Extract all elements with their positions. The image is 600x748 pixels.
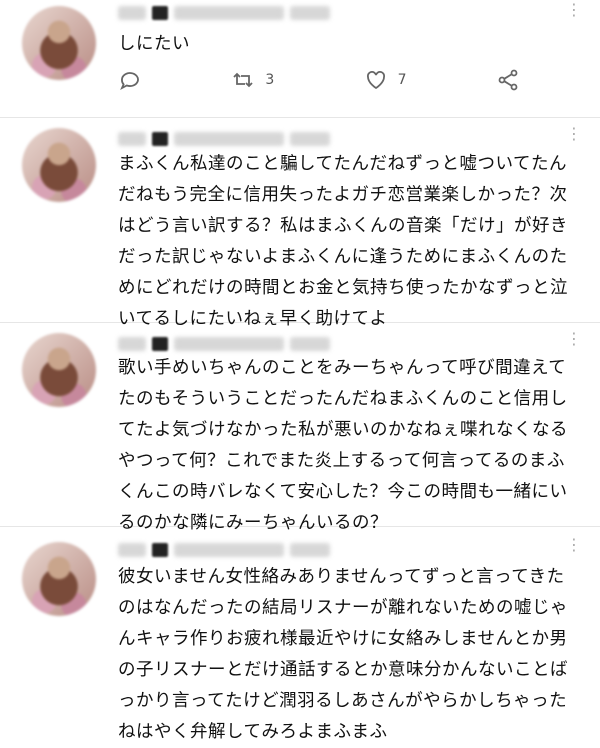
avatar[interactable] — [22, 542, 96, 616]
reply-button[interactable] — [118, 68, 142, 92]
tweet-1[interactable]: ⋮ しにたい 3 7 — [0, 0, 600, 118]
tweet-text: しにたい — [118, 34, 190, 54]
username-blurred — [174, 543, 284, 557]
retweet-button[interactable]: 3 — [231, 68, 274, 92]
tweet-header — [118, 132, 330, 146]
tweet-header — [118, 543, 330, 557]
reply-icon — [120, 72, 139, 90]
display-name-blurred — [118, 132, 146, 146]
tweet-4[interactable]: ⋮ 彼女いません女性絡みありませんってずっと言ってきたのはなんだったの結局リスナ… — [0, 527, 600, 742]
more-options-icon[interactable]: ⋮ — [566, 2, 582, 18]
username-blurred — [174, 132, 284, 146]
share-icon — [498, 69, 518, 91]
avatar[interactable] — [22, 128, 96, 202]
tweet-header — [118, 337, 330, 351]
avatar[interactable] — [22, 6, 96, 80]
more-options-icon[interactable]: ⋮ — [566, 537, 582, 553]
tweet-text: 彼女いません女性絡みありませんってずっと言ってきたのはなんだったの結局リスナーが… — [118, 567, 568, 742]
like-button[interactable]: 7 — [364, 68, 407, 92]
tweet-2[interactable]: ⋮ まふくん私達のこと騙してたんだねずっと嘘ついてたんだねもう完全に信用失ったよ… — [0, 118, 600, 329]
username-blurred — [174, 337, 284, 351]
tweet-3[interactable]: ⋮ 歌い手めいちゃんのことをみーちゃんって呼び間違えてたのもそういうことだったん… — [0, 323, 600, 533]
badge-icon — [152, 132, 168, 146]
like-count: 7 — [397, 72, 407, 88]
badge-icon — [152, 337, 168, 351]
retweet-icon — [233, 72, 254, 88]
more-options-icon[interactable]: ⋮ — [566, 126, 582, 142]
display-name-blurred — [118, 6, 146, 20]
timestamp-blurred — [290, 6, 330, 20]
tweet-text: 歌い手めいちゃんのことをみーちゃんって呼び間違えてたのもそういうことだったんだね… — [118, 358, 568, 533]
avatar[interactable] — [22, 333, 96, 407]
timestamp-blurred — [290, 337, 330, 351]
tweet-header — [118, 6, 330, 20]
display-name-blurred — [118, 543, 146, 557]
timestamp-blurred — [290, 132, 330, 146]
badge-icon — [152, 6, 168, 20]
username-blurred — [174, 6, 284, 20]
tweet-actions: 3 7 — [118, 68, 520, 92]
more-options-icon[interactable]: ⋮ — [566, 331, 582, 347]
retweet-count: 3 — [265, 72, 275, 88]
display-name-blurred — [118, 337, 146, 351]
share-button[interactable] — [496, 68, 520, 92]
heart-icon — [366, 71, 385, 90]
badge-icon — [152, 543, 168, 557]
tweet-text: まふくん私達のこと騙してたんだねずっと嘘ついてたんだねもう完全に信用失ったよガチ… — [118, 154, 568, 329]
timestamp-blurred — [290, 543, 330, 557]
